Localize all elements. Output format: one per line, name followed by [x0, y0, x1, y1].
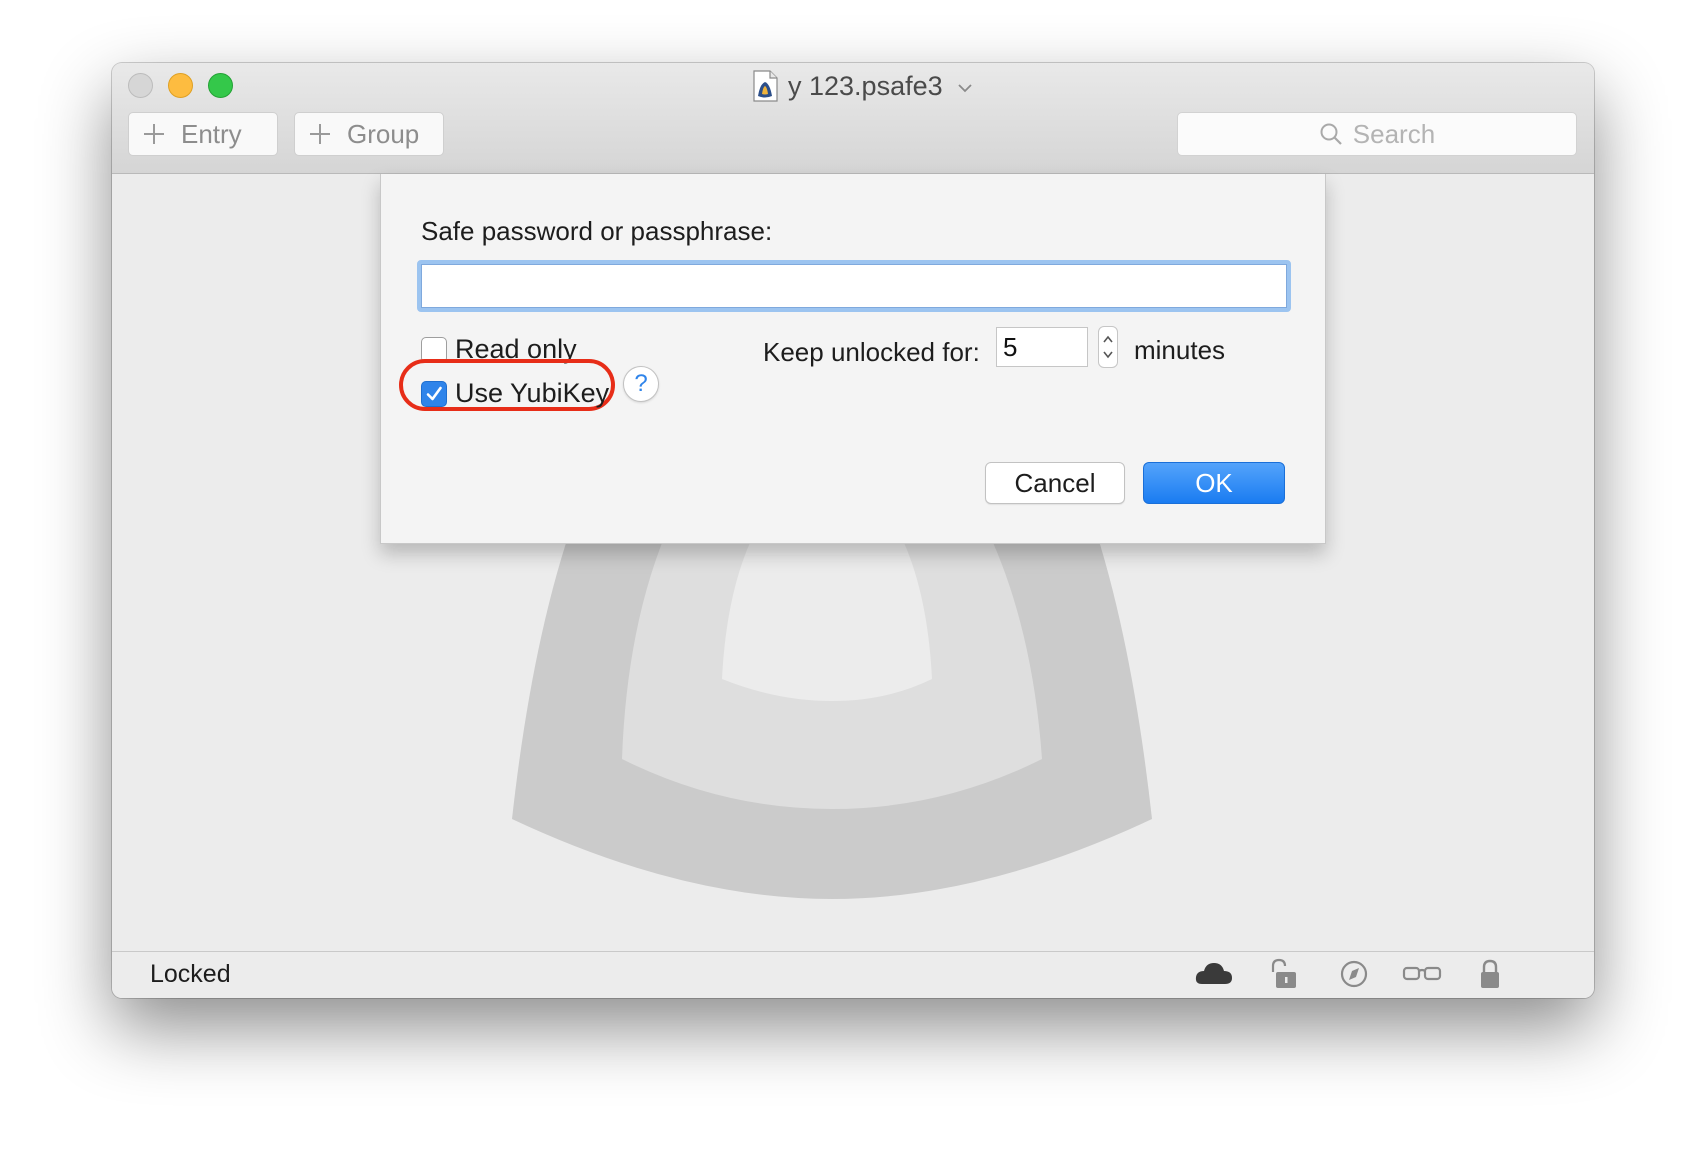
use-yubikey-label[interactable]: Use YubiKey [455, 378, 609, 409]
use-yubikey-checkbox-row[interactable]: Use YubiKey [421, 378, 609, 409]
add-group-label: Group [347, 118, 420, 149]
cloud-icon[interactable] [1194, 958, 1234, 990]
password-label: Safe password or passphrase: [421, 216, 773, 246]
password-field[interactable] [417, 260, 1291, 312]
window-title-text: y 123.psafe3 [788, 70, 943, 101]
lock-status-text: Locked [150, 960, 231, 988]
chevron-down-icon[interactable] [957, 83, 973, 93]
add-group-button[interactable]: Group [294, 112, 444, 156]
keep-unlocked-label: Keep unlocked for: [763, 337, 980, 367]
plus-icon [310, 124, 330, 144]
unlock-dialog: Safe password or passphrase: Read only U… [380, 174, 1326, 544]
main-content: Safe password or passphrase: Read only U… [112, 174, 1594, 951]
title-bar[interactable]: y 123.psafe3 Entry Group Search [112, 63, 1594, 174]
app-window: y 123.psafe3 Entry Group Search Safe pas… [112, 63, 1594, 998]
search-icon [1320, 123, 1342, 145]
minimize-window-button[interactable] [168, 73, 193, 98]
close-window-button[interactable] [128, 73, 153, 98]
app-logo-watermark-icon [512, 519, 1152, 899]
zoom-window-button[interactable] [208, 73, 233, 98]
help-button[interactable]: ? [623, 366, 659, 402]
lock-icon[interactable] [1470, 958, 1510, 990]
cancel-button[interactable]: Cancel [985, 462, 1125, 504]
add-entry-button[interactable]: Entry [128, 112, 278, 156]
window-title[interactable]: y 123.psafe3 [752, 69, 973, 103]
plus-icon [144, 124, 164, 144]
stepper-arrows-icon [1103, 335, 1113, 359]
checkmark-icon [426, 386, 442, 400]
glasses-icon[interactable] [1402, 958, 1442, 990]
search-placeholder: Search [1352, 118, 1436, 149]
ok-button[interactable]: OK [1143, 462, 1285, 504]
minutes-label: minutes [1134, 335, 1226, 365]
document-icon [753, 70, 778, 102]
unlock-icon[interactable] [1264, 958, 1304, 990]
status-bar: Locked [112, 951, 1594, 998]
use-yubikey-checkbox[interactable] [421, 380, 447, 407]
search-field[interactable]: Search [1177, 112, 1577, 156]
minutes-stepper[interactable] [1098, 326, 1118, 368]
add-entry-label: Entry [181, 118, 242, 149]
compass-icon[interactable] [1334, 958, 1374, 990]
keep-unlocked-minutes-input[interactable] [996, 327, 1088, 367]
